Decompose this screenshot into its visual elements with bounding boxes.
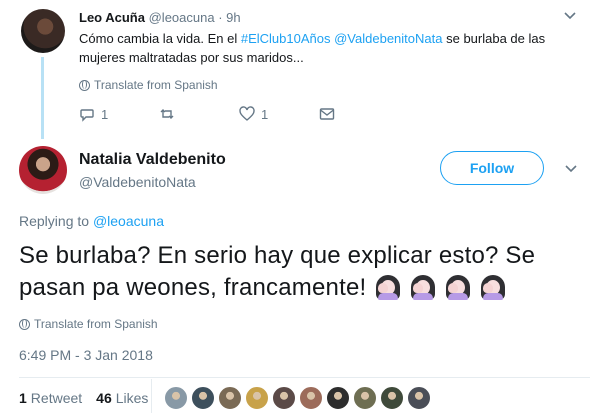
parent-author-name[interactable]: Leo Acuña — [79, 10, 145, 25]
main-translate-link[interactable]: Translate from Spanish — [19, 317, 158, 331]
main-author-handle[interactable]: @ValdebenitoNata — [79, 174, 196, 190]
likes-label: Likes — [115, 390, 149, 406]
emoji-row — [366, 274, 506, 301]
envelope-icon — [319, 108, 335, 120]
parent-tweet-actions: 1 1 — [79, 106, 341, 122]
parent-text-before: Cómo cambia la vida. En el — [79, 31, 241, 46]
retweet-button[interactable] — [159, 106, 239, 122]
main-translate-label: Translate from Spanish — [34, 317, 158, 331]
face-palm-woman-emoji — [410, 274, 436, 300]
heart-icon — [239, 106, 255, 121]
parent-translate-label: Translate from Spanish — [94, 78, 218, 92]
time-separator: · — [218, 10, 223, 25]
retweet-icon — [160, 109, 174, 119]
main-author-avatar[interactable] — [19, 146, 67, 194]
reply-button[interactable]: 1 — [79, 106, 159, 122]
thread-connector-line — [41, 57, 44, 139]
main-tweet-text: Se burlaba? En serio hay que explicar es… — [19, 240, 599, 304]
face-palm-woman-emoji — [375, 274, 401, 300]
liker-avatar[interactable] — [326, 386, 350, 410]
replying-to-link[interactable]: @leoacuna — [93, 213, 164, 229]
liker-avatar[interactable] — [407, 386, 431, 410]
follow-button[interactable]: Follow — [440, 151, 544, 185]
liker-avatar[interactable] — [380, 386, 404, 410]
like-button[interactable]: 1 — [239, 106, 319, 122]
liker-avatars — [164, 386, 434, 410]
tweet-timestamp[interactable]: 6:49 PM - 3 Jan 2018 — [19, 347, 153, 363]
likes-stat[interactable]: 46 Likes — [96, 390, 148, 406]
reply-count: 1 — [101, 106, 109, 122]
liker-avatar[interactable] — [218, 386, 242, 410]
hashtag-link[interactable]: #ElClub10Años — [241, 31, 331, 46]
likes-count: 46 — [96, 390, 112, 406]
divider — [19, 377, 590, 378]
liker-avatar[interactable] — [191, 386, 215, 410]
liker-avatar[interactable] — [299, 386, 323, 410]
chevron-down-icon[interactable] — [564, 161, 578, 178]
globe-icon — [19, 318, 30, 330]
stats-separator — [151, 379, 152, 413]
mention-link[interactable]: @ValdebenitoNata — [334, 31, 442, 46]
face-palm-woman-emoji — [445, 274, 471, 300]
main-author-name[interactable]: Natalia Valdebenito — [79, 151, 226, 169]
retweets-count: 1 — [19, 390, 27, 406]
liker-avatar[interactable] — [353, 386, 377, 410]
direct-message-button[interactable] — [319, 106, 341, 122]
retweets-stat[interactable]: 1 Retweet — [19, 390, 82, 406]
liker-avatar[interactable] — [164, 386, 188, 410]
tweet-stats: 1 Retweet 46 Likes — [19, 390, 148, 406]
liker-avatar[interactable] — [272, 386, 296, 410]
retweets-label: Retweet — [30, 390, 83, 406]
parent-tweet-header: Leo Acuña @leoacuna · 9h — [79, 10, 241, 25]
parent-author-handle[interactable]: @leoacuna — [149, 10, 215, 25]
chevron-down-icon[interactable] — [563, 8, 577, 25]
parent-tweet-time[interactable]: 9h — [226, 10, 240, 25]
like-count: 1 — [261, 106, 269, 122]
reply-icon — [80, 109, 94, 122]
face-palm-woman-emoji — [480, 274, 506, 300]
parent-tweet-text: Cómo cambia la vida. En el #ElClub10Años… — [79, 29, 589, 67]
liker-avatar[interactable] — [245, 386, 269, 410]
parent-tweet-avatar[interactable] — [21, 9, 65, 53]
replying-prefix: Replying to — [19, 213, 93, 229]
replying-to-line: Replying to @leoacuna — [19, 213, 164, 229]
parent-translate-link[interactable]: Translate from Spanish — [79, 78, 218, 92]
globe-icon — [79, 79, 90, 91]
